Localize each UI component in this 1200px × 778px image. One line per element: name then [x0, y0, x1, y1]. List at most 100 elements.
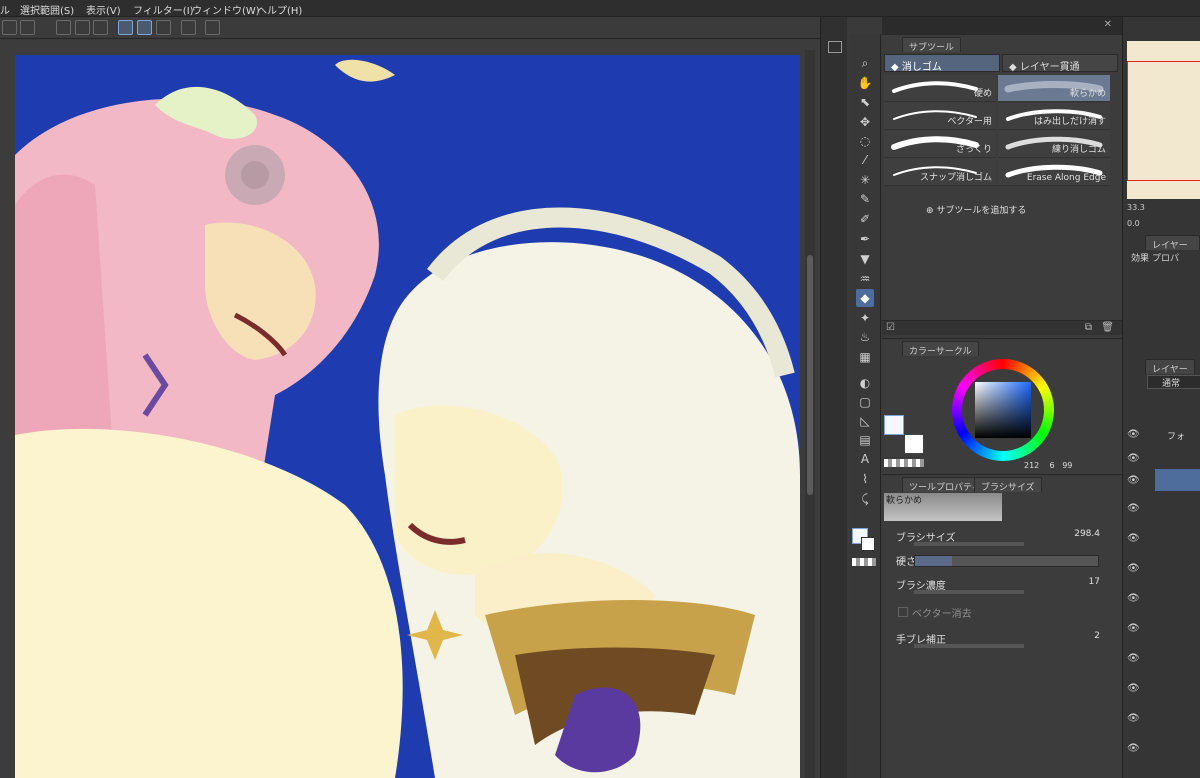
hand-icon[interactable]: ✋: [856, 74, 874, 92]
eye-icon[interactable]: 👁: [1127, 429, 1140, 440]
zoom-icon[interactable]: ⌕: [856, 54, 874, 72]
grid-snap-icon[interactable]: [156, 20, 171, 35]
sub-color-swatch[interactable]: [861, 537, 875, 551]
blend-mode-select[interactable]: 通常: [1147, 375, 1200, 389]
transparent-swatch[interactable]: [884, 459, 924, 467]
eye-icon[interactable]: 👁: [1127, 453, 1140, 464]
trash-icon[interactable]: 🗑: [1101, 322, 1114, 333]
menu-item-view[interactable]: 表示(V): [86, 2, 121, 17]
eye-icon[interactable]: 👁: [1127, 533, 1140, 544]
tab-brush-size[interactable]: ブラシサイズ: [974, 477, 1042, 493]
hue-ring[interactable]: [952, 359, 1054, 461]
stroke-preview-icon: [892, 81, 978, 93]
brush-size-slider[interactable]: [914, 542, 1024, 546]
vector-erase-checkbox[interactable]: [898, 607, 908, 617]
eye-icon[interactable]: 👁: [1127, 623, 1140, 634]
saturation-value-square[interactable]: [975, 382, 1031, 438]
frame-icon[interactable]: ◺: [856, 412, 874, 430]
text-icon[interactable]: A: [856, 450, 874, 468]
tool-property-panel: ツールプロパティ ブラシサイズ 軟らかめ ブラシサイズ 298.4 硬さ ブラシ…: [882, 474, 1122, 778]
gradient-icon[interactable]: ▦: [856, 348, 874, 366]
device-icon[interactable]: [181, 20, 196, 35]
figure-icon[interactable]: ▢: [856, 393, 874, 411]
hardness-slider[interactable]: [914, 555, 1099, 567]
subtool-hard[interactable]: 硬め: [884, 75, 996, 102]
menu-item-tool[interactable]: ル: [0, 2, 10, 17]
move-icon[interactable]: ✥: [856, 113, 874, 131]
navigator-viewport[interactable]: [1127, 61, 1200, 181]
group-layer-through-button[interactable]: ◆ レイヤー貫通: [1002, 54, 1118, 73]
eye-icon[interactable]: 👁: [1127, 653, 1140, 664]
pencil-icon[interactable]: ✐: [856, 210, 874, 228]
plus-icon: ⊕: [926, 206, 937, 216]
subtool-rough[interactable]: ざっくり: [884, 131, 996, 158]
selected-layer[interactable]: [1155, 469, 1200, 491]
command-bar: [0, 17, 820, 39]
crop-icon[interactable]: [20, 20, 35, 35]
eye-icon[interactable]: 👁: [1127, 743, 1140, 754]
airbrush-icon[interactable]: ▼: [856, 250, 874, 268]
eye-icon[interactable]: 👁: [1127, 563, 1140, 574]
close-icon[interactable]: ✕: [1104, 19, 1112, 30]
stabilization-slider[interactable]: [914, 644, 1024, 648]
decoration-icon[interactable]: ♒: [856, 270, 874, 288]
subtool-erase-along-edge[interactable]: Erase Along Edge: [998, 159, 1110, 186]
density-slider[interactable]: [914, 590, 1024, 594]
ruler-snap-icon[interactable]: [118, 20, 133, 35]
menu-item-selection[interactable]: 選択範囲(S): [20, 2, 74, 17]
deselect-icon[interactable]: [2, 20, 17, 35]
tab-layer-property[interactable]: レイヤープロパ: [1145, 235, 1200, 264]
subtool-snap[interactable]: スナップ消しゴム: [884, 159, 996, 186]
blend-icon[interactable]: ✦: [856, 309, 874, 327]
copy-icon[interactable]: ⧉: [1085, 322, 1092, 333]
eye-icon[interactable]: 👁: [1127, 683, 1140, 694]
magic-wand-icon[interactable]: ✳: [856, 171, 874, 189]
special-ruler-snap-icon[interactable]: [137, 20, 152, 35]
hardness-row[interactable]: 硬さ: [884, 551, 1120, 575]
canvas-artwork[interactable]: [15, 55, 800, 778]
fill-icon[interactable]: [75, 20, 90, 35]
menu-item-help[interactable]: ヘルプ(H): [257, 2, 302, 17]
sub-color-swatch[interactable]: [904, 434, 924, 454]
subtool-vector[interactable]: ベクター用: [884, 103, 996, 130]
stabilization-row[interactable]: 手ブレ補正 2: [884, 629, 1120, 653]
correct-line-icon[interactable]: ⤹: [856, 490, 874, 508]
eyedropper-icon[interactable]: ⁄: [856, 151, 874, 169]
gradient-tool-icon[interactable]: ◐: [856, 374, 874, 392]
group-eraser-button[interactable]: ◆ 消しゴム: [884, 54, 1000, 73]
object-select-icon[interactable]: ⬉: [856, 93, 874, 111]
eye-icon[interactable]: 👁: [1127, 475, 1140, 486]
navigator-preview[interactable]: [1127, 41, 1200, 199]
tab-layer[interactable]: レイヤー: [1145, 359, 1195, 375]
menu-item-filter[interactable]: フィルター(I): [133, 2, 194, 17]
scrollbar-thumb[interactable]: [807, 255, 813, 495]
subtool-kneaded[interactable]: 練り消しゴム: [998, 131, 1110, 158]
settings-icon[interactable]: ☑: [886, 322, 895, 333]
brush-size-row[interactable]: ブラシサイズ 298.4: [884, 527, 1120, 551]
pen-icon[interactable]: ✎: [856, 190, 874, 208]
eye-icon[interactable]: 👁: [1127, 503, 1140, 514]
eraser-icon[interactable]: ◆: [856, 289, 874, 307]
transparent-swatch[interactable]: [852, 558, 876, 566]
invert-icon[interactable]: [93, 20, 108, 35]
subtool-overflow[interactable]: はみ出しだけ消す: [998, 103, 1110, 130]
balloon-icon[interactable]: ⌇: [856, 470, 874, 488]
brush-icon[interactable]: ✒: [856, 230, 874, 248]
menu-item-window[interactable]: ウィンドウ(W): [192, 2, 260, 17]
eye-icon[interactable]: 👁: [1127, 713, 1140, 724]
ruler-icon[interactable]: ▤: [856, 431, 874, 449]
dock-strip: [820, 17, 847, 778]
clear-icon[interactable]: [56, 20, 71, 35]
add-subtool-button[interactable]: ⊕ サブツールを追加する: [926, 203, 1026, 216]
tab-color-circle[interactable]: カラーサークル: [902, 341, 979, 357]
subtool-soft[interactable]: 軟らかめ: [998, 75, 1110, 102]
tab-subtool[interactable]: サブツール: [902, 37, 962, 53]
navigator-toggle-icon[interactable]: [828, 41, 842, 53]
eye-icon[interactable]: 👁: [1127, 593, 1140, 604]
vector-erase-row[interactable]: ベクター消去: [884, 603, 1120, 627]
fill-bucket-icon[interactable]: ♨: [856, 328, 874, 346]
smartphone-connect-icon[interactable]: [205, 20, 220, 35]
lasso-icon[interactable]: ◌: [856, 132, 874, 150]
main-color-swatch[interactable]: [884, 415, 904, 435]
density-row[interactable]: ブラシ濃度 17: [884, 575, 1120, 599]
